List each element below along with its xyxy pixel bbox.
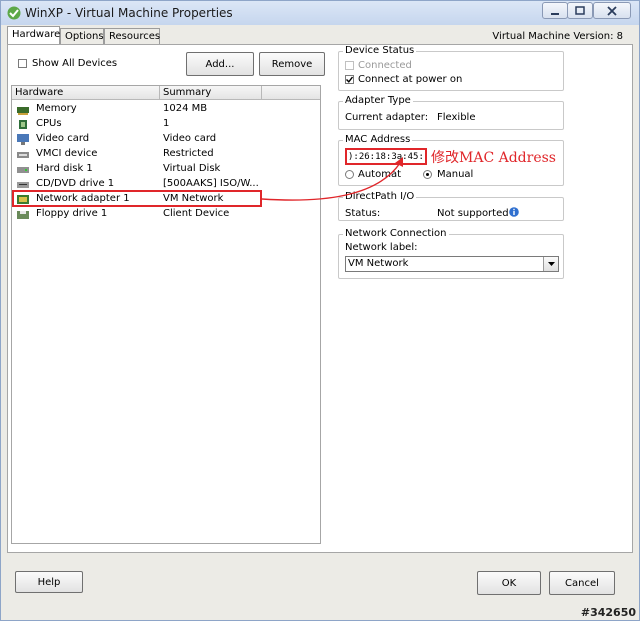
row-name: CD/DVD drive 1 bbox=[36, 178, 115, 189]
automatic-label: Automat bbox=[358, 169, 402, 180]
directpath-group: DirectPath I/O Status: Not supported bbox=[338, 191, 564, 221]
network-label-value: VM Network bbox=[348, 258, 409, 269]
row-name: Hard disk 1 bbox=[36, 163, 93, 174]
memory-icon bbox=[17, 107, 29, 115]
network-connection-title: Network Connection bbox=[343, 228, 449, 239]
column-header-hardware[interactable]: Hardware bbox=[12, 86, 160, 100]
directpath-title: DirectPath I/O bbox=[343, 191, 417, 202]
info-icon[interactable] bbox=[509, 207, 519, 217]
vmci-device-icon bbox=[17, 152, 29, 158]
manual-label: Manual bbox=[437, 169, 474, 180]
checkmark-icon bbox=[346, 76, 353, 83]
remove-button[interactable]: Remove bbox=[259, 52, 325, 76]
cancel-button[interactable]: Cancel bbox=[549, 571, 615, 595]
tab-hardware[interactable]: Hardware bbox=[7, 26, 60, 45]
dropdown-button[interactable] bbox=[543, 257, 558, 271]
manual-radio[interactable] bbox=[423, 170, 432, 179]
show-all-devices-checkbox[interactable] bbox=[18, 59, 27, 68]
row-summary: Virtual Disk bbox=[163, 163, 221, 174]
current-adapter-label: Current adapter: bbox=[345, 112, 429, 123]
close-icon bbox=[607, 5, 617, 16]
cd-drive-icon bbox=[17, 182, 29, 188]
network-connection-group: Network Connection Network label: VM Net… bbox=[338, 228, 564, 279]
cpu-icon bbox=[19, 120, 27, 129]
network-label-dropdown[interactable]: VM Network bbox=[345, 256, 559, 272]
device-status-group: Device Status Connected Connect at power… bbox=[338, 45, 564, 91]
show-all-devices-label: Show All Devices bbox=[32, 58, 118, 69]
hard-disk-icon bbox=[17, 167, 29, 173]
mac-annotation-text: 修改MAC Address bbox=[431, 150, 556, 166]
vsphere-app-icon bbox=[7, 6, 21, 20]
monitor-icon bbox=[17, 134, 29, 145]
connect-at-power-on-label: Connect at power on bbox=[358, 74, 463, 85]
hardware-panel: Show All Devices Add... Remove Hardware … bbox=[7, 44, 633, 553]
directpath-status-label: Status: bbox=[345, 208, 381, 219]
device-status-title: Device Status bbox=[343, 45, 417, 56]
directpath-status-value: Not supported bbox=[437, 208, 509, 219]
add-button[interactable]: Add... bbox=[186, 52, 254, 76]
adapter-type-title: Adapter Type bbox=[343, 95, 413, 106]
connect-at-power-on-checkbox[interactable] bbox=[345, 75, 354, 84]
row-summary: Video card bbox=[163, 133, 217, 144]
maximize-button[interactable] bbox=[567, 2, 593, 19]
row-summary: Client Device bbox=[163, 208, 230, 219]
tab-options[interactable]: Options bbox=[60, 28, 104, 44]
minimize-icon bbox=[551, 12, 559, 15]
vm-version-label: Virtual Machine Version: 8 bbox=[492, 31, 623, 42]
help-button[interactable]: Help bbox=[15, 571, 83, 593]
chevron-down-icon bbox=[547, 262, 555, 266]
network-adapter-highlight bbox=[12, 190, 262, 207]
current-adapter-value: Flexible bbox=[437, 112, 476, 123]
row-summary: 1 bbox=[163, 118, 170, 129]
row-name: VMCI device bbox=[36, 148, 98, 159]
table-row[interactable]: Video card Video card bbox=[12, 132, 320, 147]
row-name: CPUs bbox=[36, 118, 62, 129]
ok-button[interactable]: OK bbox=[477, 571, 541, 595]
window-title: WinXP - Virtual Machine Properties bbox=[25, 6, 233, 20]
mac-address-title: MAC Address bbox=[343, 134, 413, 145]
maximize-icon bbox=[575, 6, 585, 15]
row-summary: [500AAKS] ISO/W... bbox=[163, 178, 259, 189]
network-label-label: Network label: bbox=[345, 242, 418, 253]
tab-resources[interactable]: Resources bbox=[104, 28, 160, 44]
minimize-button[interactable] bbox=[542, 2, 568, 19]
watermark-id: #342650 bbox=[580, 606, 636, 619]
table-row[interactable]: Hard disk 1 Virtual Disk bbox=[12, 162, 320, 177]
table-row[interactable]: CPUs 1 bbox=[12, 117, 320, 132]
mac-address-group: MAC Address 修改MAC Address Automat Manual bbox=[338, 134, 564, 186]
row-name: Video card bbox=[36, 133, 90, 144]
adapter-type-group: Adapter Type Current adapter: Flexible bbox=[338, 95, 564, 130]
mac-address-input[interactable] bbox=[345, 148, 427, 165]
floppy-drive-icon bbox=[17, 211, 29, 219]
connected-checkbox[interactable] bbox=[345, 61, 354, 70]
properties-window: WinXP - Virtual Machine Properties Hardw… bbox=[0, 0, 640, 621]
table-row[interactable]: Memory 1024 MB bbox=[12, 102, 320, 117]
automatic-radio[interactable] bbox=[345, 170, 354, 179]
close-button[interactable] bbox=[593, 2, 631, 19]
row-summary: 1024 MB bbox=[163, 103, 208, 114]
column-header-filler bbox=[262, 86, 320, 100]
row-name: Memory bbox=[36, 103, 77, 114]
row-summary: Restricted bbox=[163, 148, 214, 159]
table-row[interactable]: Floppy drive 1 Client Device bbox=[12, 207, 320, 222]
column-header-summary[interactable]: Summary bbox=[160, 86, 262, 100]
connected-label: Connected bbox=[358, 60, 412, 71]
table-row[interactable]: VMCI device Restricted bbox=[12, 147, 320, 162]
row-name: Floppy drive 1 bbox=[36, 208, 108, 219]
hardware-list: Hardware Summary Memory 1024 MB CPUs 1 V… bbox=[11, 85, 321, 544]
title-bar: WinXP - Virtual Machine Properties bbox=[1, 1, 639, 25]
